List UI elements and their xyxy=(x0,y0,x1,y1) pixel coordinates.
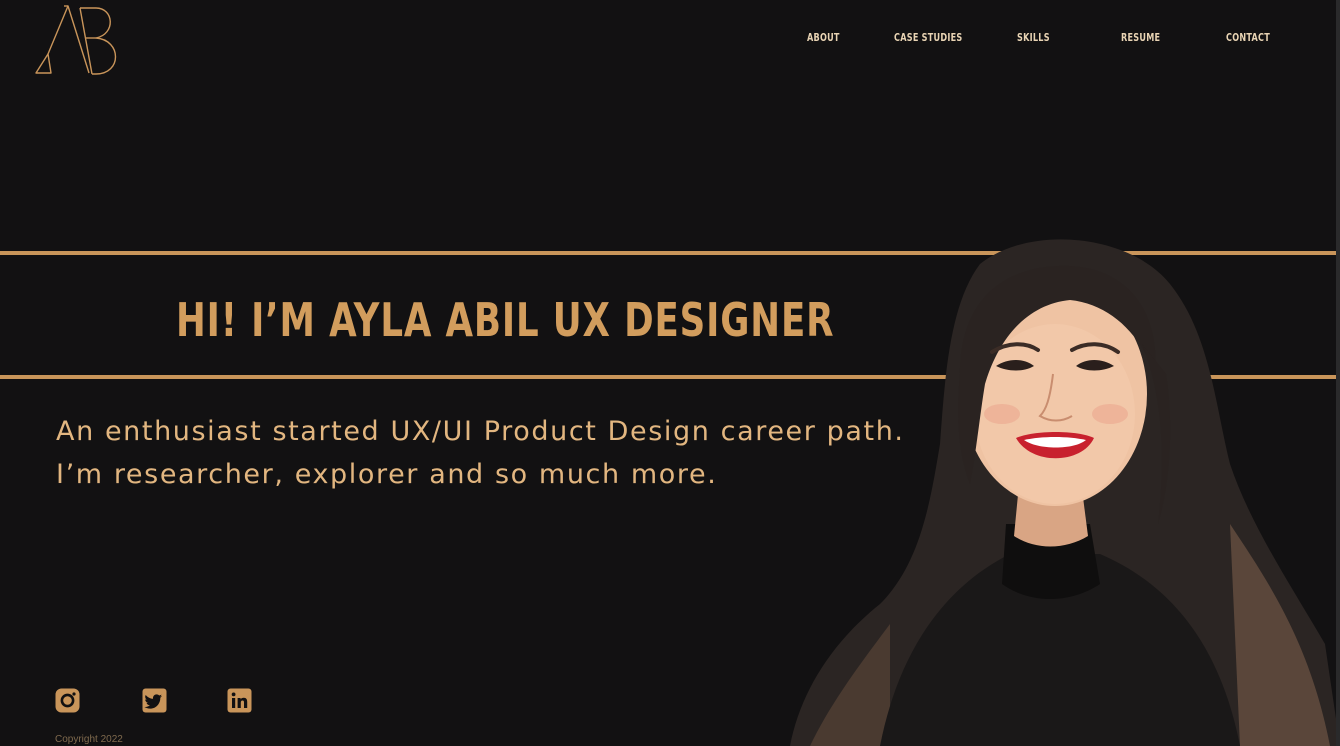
copyright-text: Copyright 2022 xyxy=(55,734,123,745)
profile-photo xyxy=(770,224,1340,746)
main-nav: ABOUT CASE STUDIES SKILLS RESUME CONTACT xyxy=(780,31,1300,51)
nav-contact[interactable]: CONTACT xyxy=(1226,31,1270,44)
nav-resume[interactable]: RESUME xyxy=(1121,31,1160,44)
ab-monogram-icon xyxy=(35,5,117,75)
nav-case-studies[interactable]: CASE STUDIES xyxy=(894,31,963,44)
nav-skills[interactable]: SKILLS xyxy=(1017,31,1050,44)
hero-headline: HI! I’M AYLA ABIL UX DESIGNER xyxy=(176,293,835,347)
linkedin-icon[interactable] xyxy=(227,688,252,713)
twitter-icon[interactable] xyxy=(142,688,167,713)
nav-about[interactable]: ABOUT xyxy=(807,31,840,44)
logo[interactable] xyxy=(34,2,124,78)
instagram-icon[interactable] xyxy=(55,688,80,713)
scrollbar-track[interactable] xyxy=(1336,0,1340,746)
